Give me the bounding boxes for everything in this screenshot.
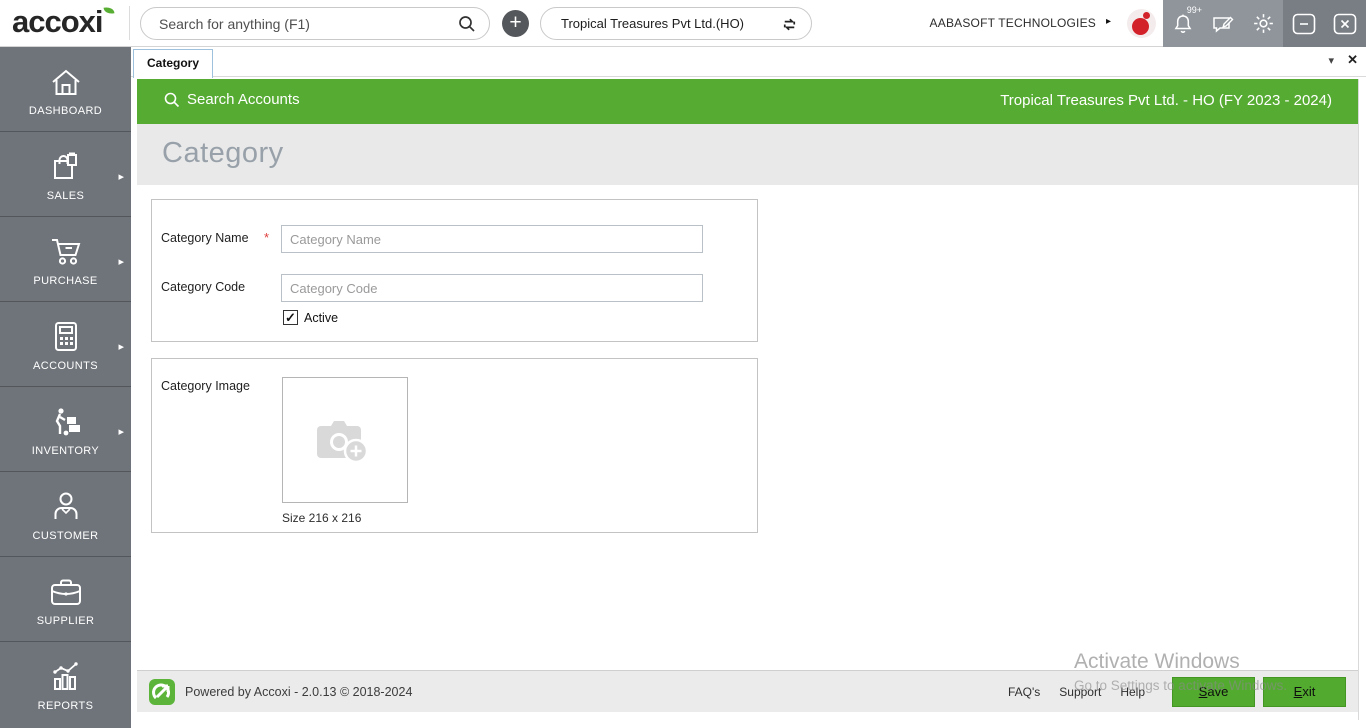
sidebar-item-inventory[interactable]: INVENTORY ▸ <box>0 387 131 472</box>
chevron-right-icon: ▸ <box>118 426 124 438</box>
top-bar: accoxi + Tropical Treasures Pvt Ltd.(HO)… <box>0 0 1366 47</box>
chart-icon <box>49 656 83 694</box>
category-code-label: Category Code <box>161 280 246 294</box>
category-code-input[interactable] <box>281 274 703 302</box>
category-image-label: Category Image <box>161 379 250 393</box>
company-switcher-label: Tropical Treasures Pvt Ltd.(HO) <box>561 16 745 31</box>
sidebar-item-label: REPORTS <box>37 700 94 712</box>
search-accounts-button[interactable]: Search Accounts <box>164 91 300 108</box>
category-details-card: Category Name * Category Code ✓ Active <box>151 199 758 342</box>
main-area: Category ▾ ✕ Search Accounts Tropical Tr… <box>131 47 1366 728</box>
accoxi-logo: accoxi <box>12 4 104 39</box>
organization-name[interactable]: AABASOFT TECHNOLOGIES <box>930 16 1096 30</box>
briefcase-icon <box>48 571 84 609</box>
page-title: Category <box>162 137 284 169</box>
faqs-link[interactable]: FAQ's <box>1008 685 1040 699</box>
powered-by-label: Powered by Accoxi - 2.0.13 © 2018-2024 <box>185 684 413 699</box>
hand-truck-icon <box>48 401 84 439</box>
sidebar-item-label: PURCHASE <box>33 275 98 287</box>
add-new-button[interactable]: + <box>502 10 529 37</box>
sidebar-item-label: DASHBOARD <box>28 105 103 117</box>
module-header: Search Accounts Tropical Treasures Pvt L… <box>137 79 1358 124</box>
avatar[interactable] <box>1127 9 1156 38</box>
calculator-icon <box>50 316 82 354</box>
sidebar-item-dashboard[interactable]: DASHBOARD <box>0 47 131 132</box>
sidebar-item-purchase[interactable]: PURCHASE ▸ <box>0 217 131 302</box>
search-accounts-label: Search Accounts <box>187 91 300 108</box>
cart-icon <box>48 231 84 269</box>
windows-activation-watermark-sub: Go to Settings to activate Windows. <box>1074 678 1288 693</box>
chevron-right-icon: ▸ <box>118 341 124 353</box>
sidebar-item-label: CUSTOMER <box>32 530 99 542</box>
bottom-strip <box>137 712 1358 720</box>
sidebar-item-supplier[interactable]: SUPPLIER <box>0 557 131 642</box>
sidebar-item-label: INVENTORY <box>31 445 100 457</box>
avatar-logo-shape <box>1143 12 1150 19</box>
sidebar-nav: DASHBOARD SALES ▸ PURCHASE ▸ ACCOUNTS ▸ … <box>0 47 131 728</box>
category-name-input[interactable] <box>281 225 703 253</box>
feedback-button[interactable] <box>1206 7 1240 41</box>
logo-leaf-icon <box>103 6 115 15</box>
company-switcher[interactable]: Tropical Treasures Pvt Ltd.(HO) <box>540 7 812 40</box>
sidebar-item-customer[interactable]: CUSTOMER <box>0 472 131 557</box>
chevron-right-icon: ▸ <box>118 256 124 268</box>
image-upload-dropzone[interactable] <box>282 377 408 503</box>
category-name-label: Category Name <box>161 231 249 245</box>
sidebar-item-accounts[interactable]: ACCOUNTS ▸ <box>0 302 131 387</box>
sidebar-item-sales[interactable]: SALES ▸ <box>0 132 131 217</box>
active-checkbox[interactable]: ✓ <box>283 310 298 325</box>
chevron-right-icon: ▸ <box>118 171 124 183</box>
window-controls <box>1283 0 1366 47</box>
sidebar-item-label: ACCOUNTS <box>33 360 98 372</box>
notification-badge: 99+ <box>1186 4 1202 15</box>
module-window: Search Accounts Tropical Treasures Pvt L… <box>137 79 1359 720</box>
active-label: Active <box>304 310 339 325</box>
close-button[interactable] <box>1328 7 1362 41</box>
search-icon <box>164 92 180 107</box>
shopping-bag-icon <box>49 146 83 184</box>
org-expand-icon[interactable]: ▸ <box>1106 16 1111 27</box>
page-title-band: Category <box>137 124 1358 185</box>
tab-list-dropdown-icon[interactable]: ▾ <box>1328 54 1334 67</box>
tab-category[interactable]: Category <box>133 49 214 78</box>
camera-add-icon <box>317 421 369 464</box>
notifications-button[interactable]: 99+ <box>1166 4 1202 41</box>
search-input[interactable] <box>159 9 449 38</box>
form-content: Category Name * Category Code ✓ Active C… <box>137 185 1358 670</box>
person-icon <box>50 486 82 524</box>
category-image-card: Category Image Size 216 x 216 <box>151 358 758 533</box>
minimize-button[interactable] <box>1287 7 1321 41</box>
tab-close-icon[interactable]: ✕ <box>1347 52 1358 68</box>
accoxi-mark-icon <box>149 678 175 705</box>
tab-strip: Category ▾ ✕ <box>131 47 1366 78</box>
required-asterisk: * <box>264 230 270 245</box>
global-search[interactable] <box>140 7 490 40</box>
search-icon[interactable] <box>458 15 476 33</box>
home-icon <box>49 61 83 99</box>
company-fy-label: Tropical Treasures Pvt Ltd. - HO (FY 202… <box>1000 92 1332 109</box>
switch-company-icon[interactable] <box>780 15 799 34</box>
utility-icon-tray: 99+ <box>1163 0 1283 47</box>
settings-button[interactable] <box>1246 7 1280 41</box>
image-size-hint: Size 216 x 216 <box>282 511 362 525</box>
avatar-logo-shape <box>1132 18 1149 35</box>
active-checkbox-row[interactable]: ✓ Active <box>283 310 338 325</box>
sidebar-item-label: SALES <box>46 190 85 202</box>
sidebar-item-label: SUPPLIER <box>36 615 95 627</box>
sidebar-item-reports[interactable]: REPORTS <box>0 642 131 726</box>
divider <box>129 6 130 40</box>
